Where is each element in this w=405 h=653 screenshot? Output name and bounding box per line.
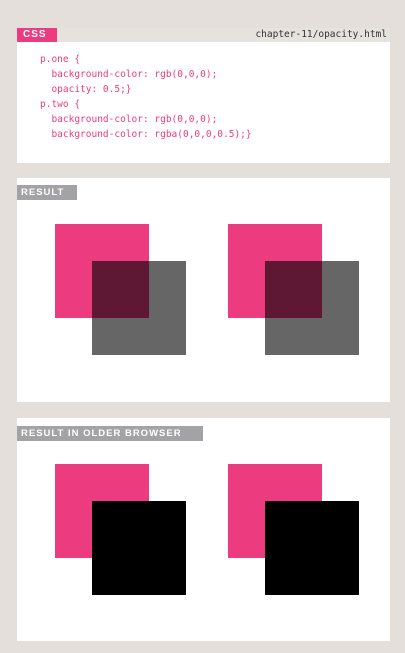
css-badge: CSS	[17, 28, 57, 42]
rgba-overlay-square	[265, 261, 359, 355]
black-square-right-older	[265, 501, 359, 595]
older-browser-label: RESULT IN OLDER BROWSER	[17, 426, 203, 441]
code-line: background-color: rgba(0,0,0,0.5);}	[40, 129, 252, 140]
code-block: p.one { background-color: rgb(0,0,0); op…	[40, 52, 252, 142]
code-line: p.one {	[40, 54, 81, 65]
black-square-left-older	[92, 501, 186, 595]
opacity-overlay-square	[92, 261, 186, 355]
code-line: background-color: rgb(0,0,0);	[40, 69, 218, 80]
result-label: RESULT	[17, 185, 77, 200]
code-line: background-color: rgb(0,0,0);	[40, 114, 218, 125]
code-line: opacity: 0.5;}	[40, 84, 132, 95]
file-path: chapter-11/opacity.html	[255, 29, 387, 40]
code-line: p.two {	[40, 99, 81, 110]
